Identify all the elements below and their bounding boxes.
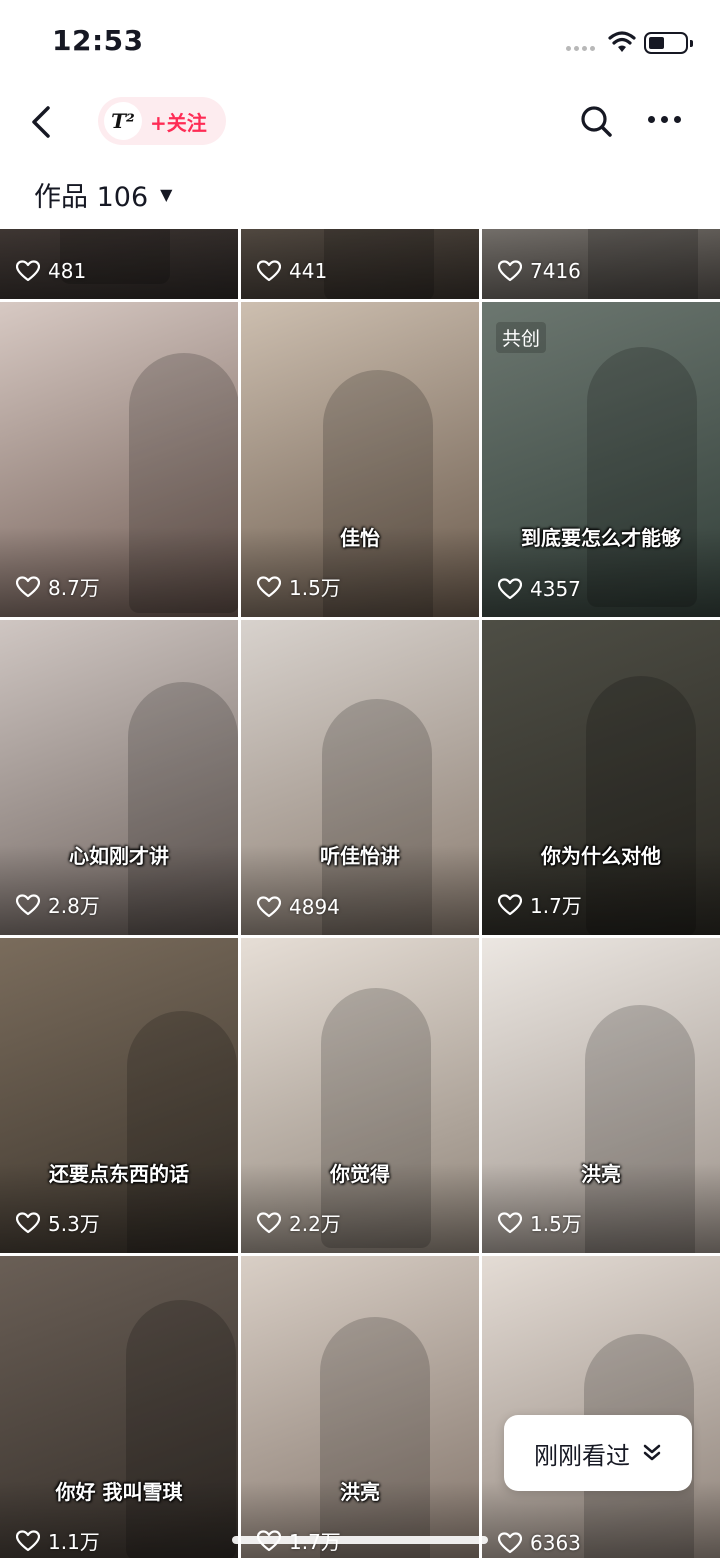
just-watched-button[interactable]: 刚刚看过: [504, 1415, 692, 1491]
video-caption: 洪亮: [340, 1480, 380, 1504]
battery-icon: [644, 32, 693, 54]
video-caption: 你觉得: [330, 1162, 390, 1186]
video-tile[interactable]: 心如刚才讲 2.8万: [0, 620, 238, 935]
heart-icon: [16, 575, 40, 598]
video-tile[interactable]: 洪亮 1.5万: [482, 938, 720, 1253]
follow-button[interactable]: +关注: [150, 107, 207, 136]
likes-count: 481: [16, 259, 86, 283]
video-tile[interactable]: 佳怡 1.5万: [241, 302, 479, 617]
nav-bar: T² +关注: [0, 88, 720, 158]
likes-count: 2.8万: [16, 890, 100, 919]
video-tile[interactable]: 共创到底要怎么才能够 4357: [482, 302, 720, 617]
video-caption: 到底要怎么才能够: [521, 526, 681, 550]
video-tile[interactable]: 还要点东西的话 5.3万: [0, 938, 238, 1253]
video-tile[interactable]: 7416: [482, 229, 720, 299]
heart-icon: [498, 1532, 522, 1554]
video-tile[interactable]: 你觉得 2.2万: [241, 938, 479, 1253]
heart-icon: [16, 260, 40, 282]
works-filter-dropdown[interactable]: 作品 106 ▼: [34, 172, 172, 216]
heart-icon: [16, 1211, 40, 1234]
video-caption: 听佳怡讲: [320, 844, 400, 868]
video-tile[interactable]: 听佳怡讲 4894: [241, 620, 479, 935]
likes-count: 4357: [498, 577, 581, 601]
works-count-label: 作品 106: [34, 181, 149, 213]
likes-count: 1.1万: [16, 1526, 100, 1555]
video-caption: 你好 我叫雪琪: [55, 1480, 183, 1504]
video-caption: 佳怡: [340, 526, 380, 550]
heart-icon: [498, 578, 522, 600]
status-time: 12:53: [52, 24, 144, 57]
likes-count: 7416: [498, 259, 581, 283]
video-caption: 你为什么对他: [541, 844, 661, 868]
video-tile[interactable]: 6363: [482, 1256, 720, 1558]
heart-icon: [498, 893, 522, 916]
video-caption: 心如刚才讲: [69, 844, 169, 868]
likes-count: 441: [257, 259, 327, 283]
likes-count: 1.5万: [498, 1208, 582, 1237]
heart-icon: [16, 893, 40, 916]
likes-value: 8.7万: [48, 576, 100, 600]
status-bar: 12:53: [0, 0, 720, 88]
heart-icon: [257, 896, 281, 918]
likes-count: 4894: [257, 895, 340, 919]
likes-count: 1.7万: [498, 890, 582, 919]
video-grid[interactable]: 481 441 7416 8.7万 佳怡 1.5万 共创到底要怎么才能够 4357 心如刚才讲 2…: [0, 229, 720, 1558]
video-tile[interactable]: 481: [0, 229, 238, 299]
wifi-icon: [608, 31, 636, 52]
double-chevron-down-icon: [643, 1444, 661, 1461]
profile-follow-chip[interactable]: T² +关注: [98, 97, 226, 145]
battery-level: [649, 37, 664, 49]
video-tile[interactable]: 洪亮1.7万: [241, 1256, 479, 1558]
likes-count: 1.5万: [257, 572, 341, 601]
likes-value: 1.5万: [289, 576, 341, 600]
search-icon[interactable]: [578, 103, 614, 139]
likes-value: 441: [289, 259, 328, 283]
likes-value: 4894: [289, 895, 340, 919]
likes-count: 5.3万: [16, 1208, 100, 1237]
video-tile[interactable]: 8.7万: [0, 302, 238, 617]
just-watched-label: 刚刚看过: [534, 1441, 630, 1470]
likes-value: 4357: [530, 577, 581, 601]
likes-value: 6363: [530, 1531, 581, 1555]
more-icon[interactable]: [648, 116, 688, 126]
likes-value: 2.2万: [289, 1212, 341, 1236]
back-arrow-icon[interactable]: [22, 100, 62, 144]
video-tile[interactable]: 441: [241, 229, 479, 299]
video-caption: 还要点东西的话: [49, 1162, 189, 1186]
likes-count: 6363: [498, 1531, 581, 1555]
likes-value: 481: [48, 259, 87, 283]
likes-value: 1.1万: [48, 1530, 100, 1554]
likes-value: 7416: [530, 259, 581, 283]
co-create-badge: 共创: [496, 322, 547, 353]
video-tile[interactable]: 你为什么对他 1.7万: [482, 620, 720, 935]
likes-value: 1.7万: [530, 894, 582, 918]
video-tile[interactable]: 你好 我叫雪琪 1.1万: [0, 1256, 238, 1558]
heart-icon: [257, 1211, 281, 1234]
avatar: T²: [104, 102, 142, 140]
heart-icon: [257, 575, 281, 598]
heart-icon: [498, 1211, 522, 1234]
heart-icon: [257, 260, 281, 282]
heart-icon: [16, 1529, 40, 1552]
likes-value: 2.8万: [48, 894, 100, 918]
likes-value: 5.3万: [48, 1212, 100, 1236]
heart-icon: [498, 260, 522, 282]
caret-down-icon: ▼: [160, 184, 173, 204]
video-caption: 洪亮: [581, 1162, 621, 1186]
home-indicator: [232, 1536, 488, 1544]
likes-value: 1.5万: [530, 1212, 582, 1236]
likes-count: 2.2万: [257, 1208, 341, 1237]
cellular-signal-icon: [566, 46, 595, 51]
likes-count: 8.7万: [16, 572, 100, 601]
